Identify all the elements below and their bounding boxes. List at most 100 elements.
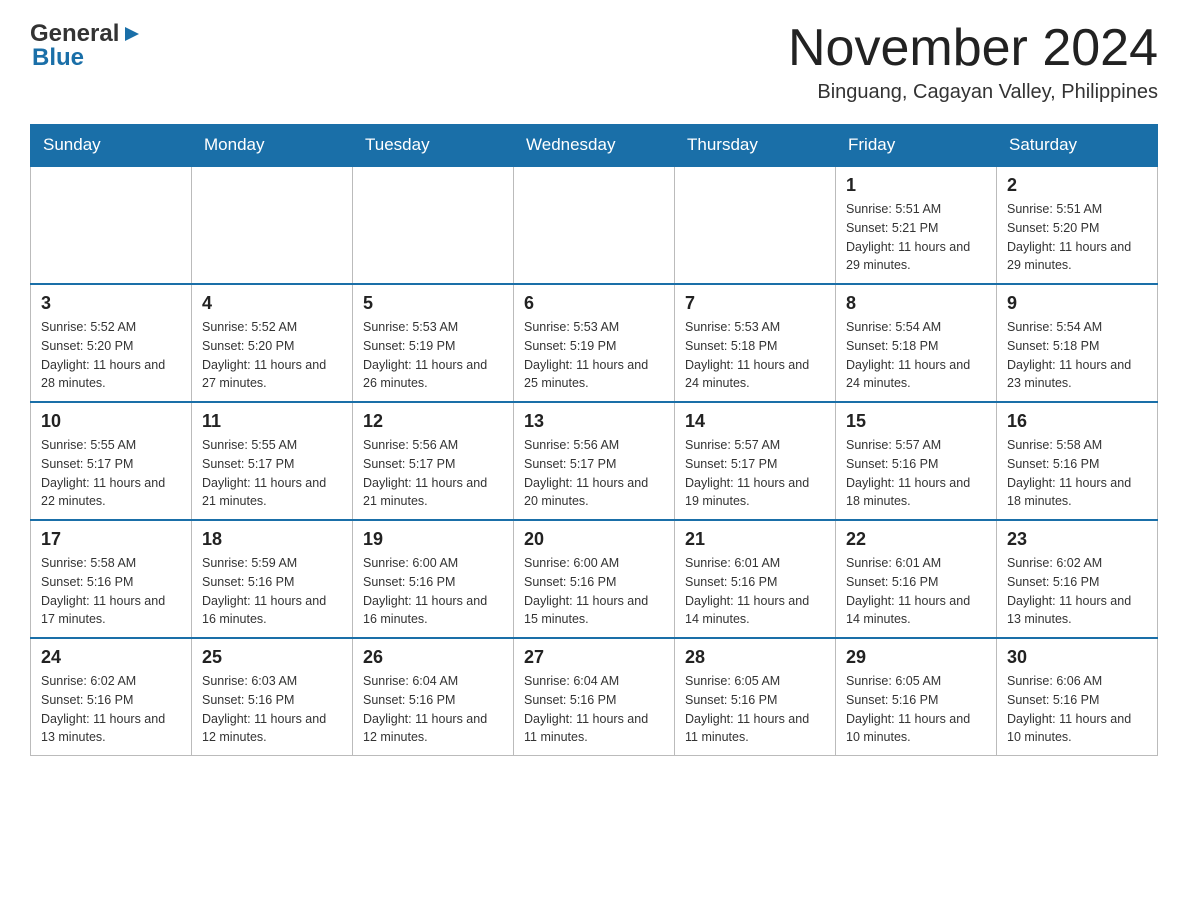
calendar-cell: 27 Sunrise: 6:04 AM Sunset: 5:16 PM Dayli… — [514, 638, 675, 756]
day-info: Sunrise: 5:52 AM Sunset: 5:20 PM Dayligh… — [202, 318, 342, 393]
calendar-cell: 11Sunrise: 5:55 AM Sunset: 5:17 PM Dayli… — [192, 402, 353, 520]
calendar-cell: 10 Sunrise: 5:55 AM Sunset: 5:17 PM Dayli… — [31, 402, 192, 520]
day-info: Sunrise: 6:00 AM Sunset: 5:16 PM Dayligh… — [524, 554, 664, 629]
day-info: Sunrise: 5:56 AM Sunset: 5:17 PM Dayligh… — [363, 436, 503, 511]
calendar-cell: 7Sunrise: 5:53 AM Sunset: 5:18 PM Daylig… — [675, 284, 836, 402]
calendar-cell: 21 Sunrise: 6:01 AM Sunset: 5:16 PM Dayli… — [675, 520, 836, 638]
weekday-header-row: SundayMondayTuesdayWednesdayThursdayFrid… — [31, 125, 1158, 167]
day-info: Sunrise: 6:04 AM Sunset: 5:16 PM Dayligh… — [524, 672, 664, 747]
calendar-table: SundayMondayTuesdayWednesdayThursdayFrid… — [30, 124, 1158, 756]
weekday-header-thursday: Thursday — [675, 125, 836, 167]
day-info: Sunrise: 6:03 AM Sunset: 5:16 PM Dayligh… — [202, 672, 342, 747]
weekday-header-tuesday: Tuesday — [353, 125, 514, 167]
day-info: Sunrise: 5:52 AM Sunset: 5:20 PM Dayligh… — [41, 318, 181, 393]
day-number: 27 — [524, 647, 664, 668]
logo: General Blue — [30, 20, 143, 72]
calendar-cell: 13 Sunrise: 5:56 AM Sunset: 5:17 PM Dayli… — [514, 402, 675, 520]
day-info: Sunrise: 5:57 AM Sunset: 5:17 PM Dayligh… — [685, 436, 825, 511]
day-info: Sunrise: 5:53 AM Sunset: 5:18 PM Dayligh… — [685, 318, 825, 393]
calendar-cell: 4 Sunrise: 5:52 AM Sunset: 5:20 PM Daylig… — [192, 284, 353, 402]
calendar-cell: 1Sunrise: 5:51 AM Sunset: 5:21 PM Daylig… — [836, 166, 997, 284]
day-number: 14 — [685, 411, 825, 432]
day-number: 19 — [363, 529, 503, 550]
logo-blue-text: Blue — [32, 44, 84, 72]
day-number: 17 — [41, 529, 181, 550]
day-number: 22 — [846, 529, 986, 550]
day-number: 4 — [202, 293, 342, 314]
day-number: 8 — [846, 293, 986, 314]
day-number: 30 — [1007, 647, 1147, 668]
day-info: Sunrise: 5:55 AM Sunset: 5:17 PM Dayligh… — [41, 436, 181, 511]
weekday-header-wednesday: Wednesday — [514, 125, 675, 167]
calendar-cell: 15 Sunrise: 5:57 AM Sunset: 5:16 PM Dayli… — [836, 402, 997, 520]
day-number: 24 — [41, 647, 181, 668]
day-info: Sunrise: 5:57 AM Sunset: 5:16 PM Dayligh… — [846, 436, 986, 511]
day-number: 1 — [846, 175, 986, 196]
calendar-cell: 22 Sunrise: 6:01 AM Sunset: 5:16 PM Dayli… — [836, 520, 997, 638]
week-row-4: 17 Sunrise: 5:58 AM Sunset: 5:16 PM Dayli… — [31, 520, 1158, 638]
calendar-cell: 12 Sunrise: 5:56 AM Sunset: 5:17 PM Dayli… — [353, 402, 514, 520]
calendar-cell: 8 Sunrise: 5:54 AM Sunset: 5:18 PM Daylig… — [836, 284, 997, 402]
day-number: 10 — [41, 411, 181, 432]
day-info: Sunrise: 5:58 AM Sunset: 5:16 PM Dayligh… — [41, 554, 181, 629]
day-number: 12 — [363, 411, 503, 432]
weekday-header-friday: Friday — [836, 125, 997, 167]
day-info: Sunrise: 5:59 AM Sunset: 5:16 PM Dayligh… — [202, 554, 342, 629]
location-title: Binguang, Cagayan Valley, Philippines — [788, 81, 1158, 104]
day-info: Sunrise: 6:01 AM Sunset: 5:16 PM Dayligh… — [685, 554, 825, 629]
day-info: Sunrise: 5:53 AM Sunset: 5:19 PM Dayligh… — [363, 318, 503, 393]
calendar-cell: 30Sunrise: 6:06 AM Sunset: 5:16 PM Dayli… — [997, 638, 1158, 756]
day-number: 23 — [1007, 529, 1147, 550]
day-number: 6 — [524, 293, 664, 314]
day-info: Sunrise: 6:00 AM Sunset: 5:16 PM Dayligh… — [363, 554, 503, 629]
calendar-cell: 26Sunrise: 6:04 AM Sunset: 5:16 PM Dayli… — [353, 638, 514, 756]
day-info: Sunrise: 5:56 AM Sunset: 5:17 PM Dayligh… — [524, 436, 664, 511]
calendar-cell: 25 Sunrise: 6:03 AM Sunset: 5:16 PM Dayli… — [192, 638, 353, 756]
day-number: 13 — [524, 411, 664, 432]
calendar-cell: 16 Sunrise: 5:58 AM Sunset: 5:16 PM Dayli… — [997, 402, 1158, 520]
title-area: November 2024 Binguang, Cagayan Valley, … — [788, 20, 1158, 104]
day-info: Sunrise: 5:54 AM Sunset: 5:18 PM Dayligh… — [846, 318, 986, 393]
day-number: 26 — [363, 647, 503, 668]
day-number: 28 — [685, 647, 825, 668]
calendar-cell — [353, 166, 514, 284]
day-info: Sunrise: 6:02 AM Sunset: 5:16 PM Dayligh… — [1007, 554, 1147, 629]
day-number: 20 — [524, 529, 664, 550]
week-row-2: 3 Sunrise: 5:52 AM Sunset: 5:20 PM Daylig… — [31, 284, 1158, 402]
week-row-5: 24 Sunrise: 6:02 AM Sunset: 5:16 PM Dayli… — [31, 638, 1158, 756]
calendar-cell: 14 Sunrise: 5:57 AM Sunset: 5:17 PM Dayli… — [675, 402, 836, 520]
calendar-cell: 2Sunrise: 5:51 AM Sunset: 5:20 PM Daylig… — [997, 166, 1158, 284]
calendar-cell: 28 Sunrise: 6:05 AM Sunset: 5:16 PM Dayli… — [675, 638, 836, 756]
day-number: 9 — [1007, 293, 1147, 314]
month-title: November 2024 — [788, 20, 1158, 77]
calendar-cell: 9Sunrise: 5:54 AM Sunset: 5:18 PM Daylig… — [997, 284, 1158, 402]
calendar-cell: 6 Sunrise: 5:53 AM Sunset: 5:19 PM Daylig… — [514, 284, 675, 402]
day-info: Sunrise: 6:05 AM Sunset: 5:16 PM Dayligh… — [846, 672, 986, 747]
day-number: 25 — [202, 647, 342, 668]
logo-arrow-icon — [121, 23, 143, 45]
calendar-cell: 18 Sunrise: 5:59 AM Sunset: 5:16 PM Dayli… — [192, 520, 353, 638]
day-number: 18 — [202, 529, 342, 550]
day-number: 11 — [202, 411, 342, 432]
day-number: 16 — [1007, 411, 1147, 432]
calendar-cell: 5 Sunrise: 5:53 AM Sunset: 5:19 PM Daylig… — [353, 284, 514, 402]
day-info: Sunrise: 5:58 AM Sunset: 5:16 PM Dayligh… — [1007, 436, 1147, 511]
day-number: 3 — [41, 293, 181, 314]
day-info: Sunrise: 5:53 AM Sunset: 5:19 PM Dayligh… — [524, 318, 664, 393]
calendar-cell — [675, 166, 836, 284]
calendar-cell — [192, 166, 353, 284]
day-info: Sunrise: 6:02 AM Sunset: 5:16 PM Dayligh… — [41, 672, 181, 747]
calendar-cell: 3 Sunrise: 5:52 AM Sunset: 5:20 PM Daylig… — [31, 284, 192, 402]
week-row-3: 10 Sunrise: 5:55 AM Sunset: 5:17 PM Dayli… — [31, 402, 1158, 520]
calendar-cell: 29Sunrise: 6:05 AM Sunset: 5:16 PM Dayli… — [836, 638, 997, 756]
day-number: 21 — [685, 529, 825, 550]
day-info: Sunrise: 6:05 AM Sunset: 5:16 PM Dayligh… — [685, 672, 825, 747]
week-row-1: 1Sunrise: 5:51 AM Sunset: 5:21 PM Daylig… — [31, 166, 1158, 284]
day-number: 5 — [363, 293, 503, 314]
day-info: Sunrise: 5:51 AM Sunset: 5:20 PM Dayligh… — [1007, 200, 1147, 275]
day-number: 15 — [846, 411, 986, 432]
weekday-header-saturday: Saturday — [997, 125, 1158, 167]
calendar-cell — [514, 166, 675, 284]
weekday-header-monday: Monday — [192, 125, 353, 167]
day-info: Sunrise: 6:01 AM Sunset: 5:16 PM Dayligh… — [846, 554, 986, 629]
